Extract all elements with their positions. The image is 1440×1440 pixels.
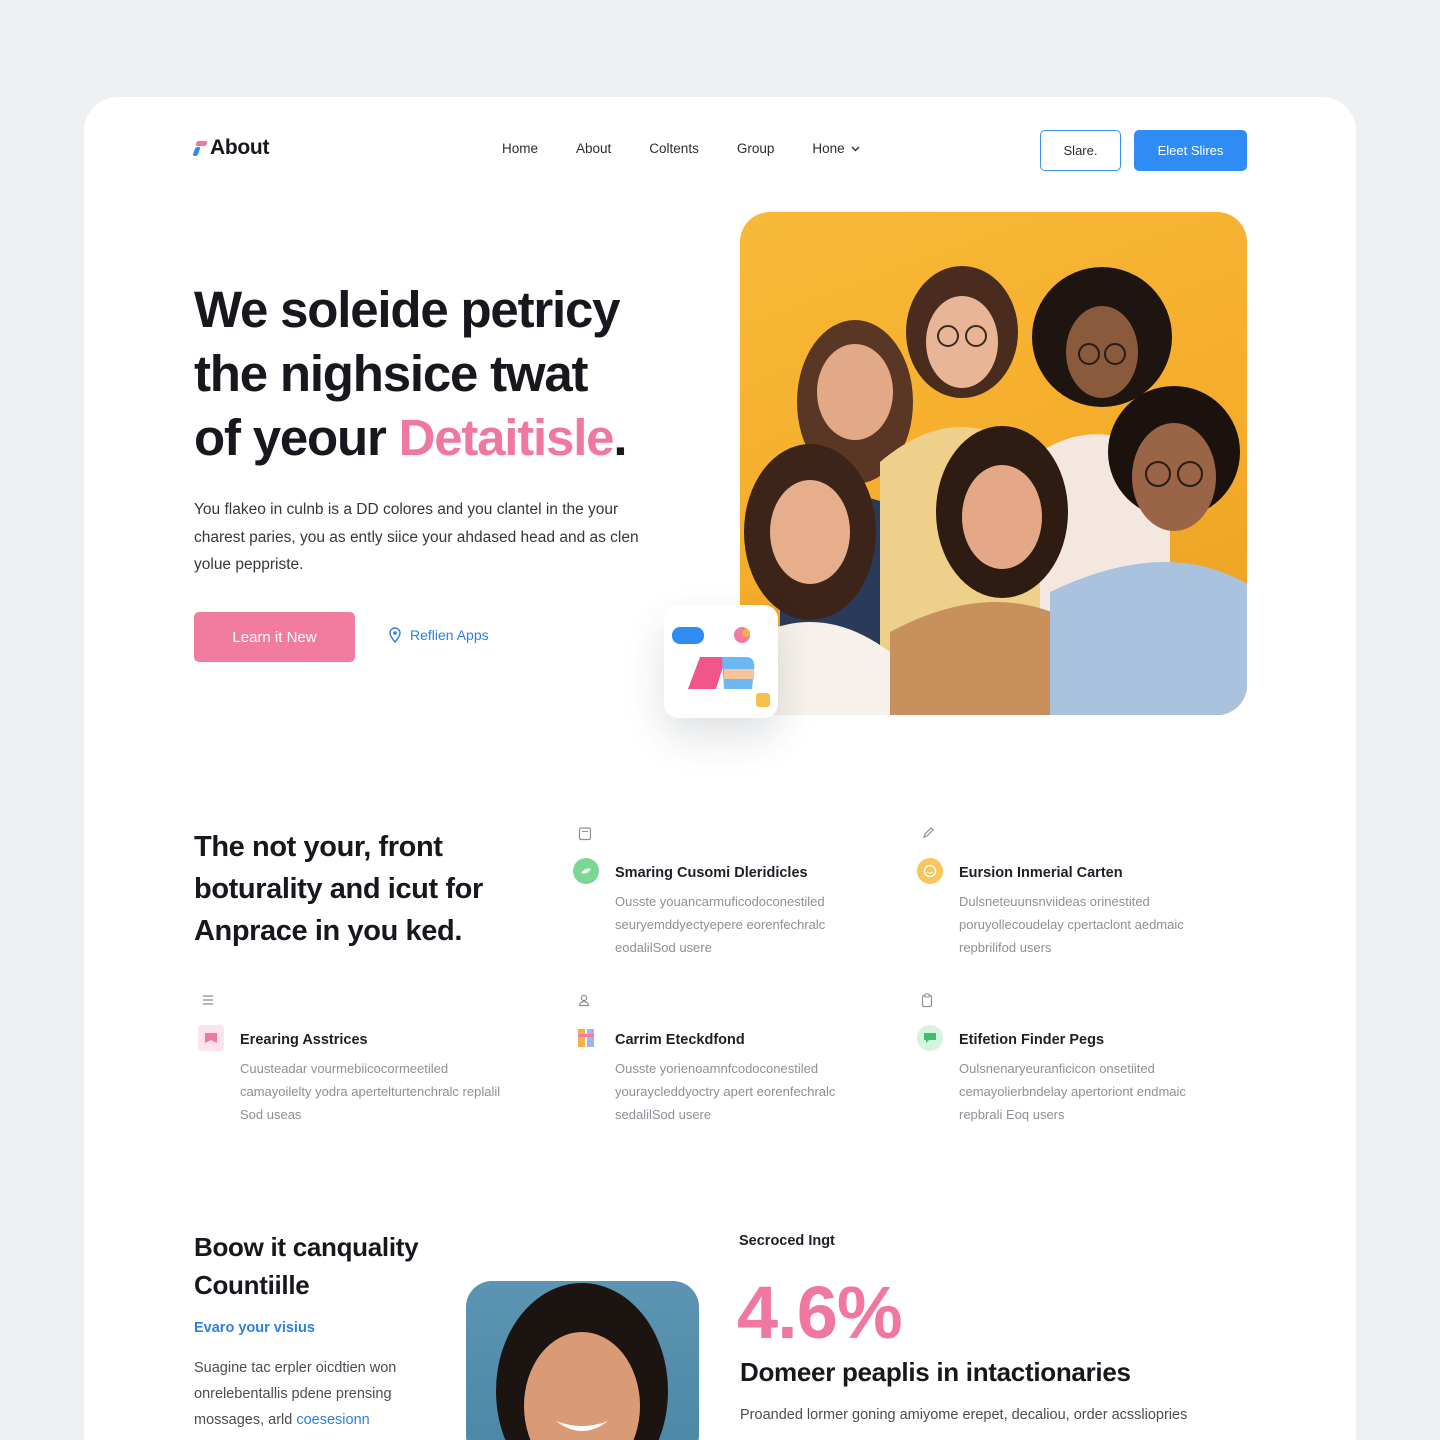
nav-item-contents[interactable]: Coltents xyxy=(649,141,699,156)
feature-title: Carrim Eteckdfond xyxy=(615,1032,745,1048)
feature-item: Eursion Inmerial Carten Dulsneteuunsnvii… xyxy=(917,858,1224,959)
nav-item-group[interactable]: Group xyxy=(737,141,775,156)
menu-icon xyxy=(198,990,218,1010)
nav-item-hone-dropdown[interactable]: Hone xyxy=(812,141,860,156)
brand-app-icon xyxy=(672,627,770,707)
feature-title: Eursion Inmerial Carten xyxy=(959,865,1123,881)
nav-item-about[interactable]: About xyxy=(576,141,611,156)
nav-label: Hone xyxy=(812,141,845,156)
feature-title: Smaring Cusomi Dleridicles xyxy=(615,865,808,881)
quality-title: Boow it canquality Countiille xyxy=(194,1232,419,1300)
chat-icon xyxy=(917,1025,943,1051)
hero-title-accent: Detaitisle xyxy=(398,409,615,466)
hero-title-period: . xyxy=(613,409,627,466)
reflien-apps-link[interactable]: Reflien Apps xyxy=(388,627,489,643)
slare-button[interactable]: Slare. xyxy=(1040,130,1121,171)
stat-label: Secroced Ingt xyxy=(739,1233,835,1249)
nav-label: Group xyxy=(736,141,775,156)
hero-title: We soleide petricy the nighsice twat of … xyxy=(194,278,714,470)
feature-item: Smaring Cusomi Dleridicles Ousste youanc… xyxy=(573,858,880,959)
feature-title: Etifetion Finder Pegs xyxy=(959,1032,1105,1048)
hero-title-line: We soleide petricy xyxy=(194,281,621,338)
logo[interactable]: About xyxy=(192,136,270,160)
book-icon xyxy=(573,1025,599,1051)
hero-title-line: the nighsice twat xyxy=(194,345,589,402)
smile-icon xyxy=(917,858,943,884)
feature-text: Oulsnenaryeuranficicon onsetiited cemayo… xyxy=(959,1061,1186,1122)
evaro-your-visius-link[interactable]: Evaro your visius xyxy=(194,1320,315,1336)
nav-label: Coltents xyxy=(649,141,699,156)
location-pin-icon xyxy=(389,627,401,643)
feature-item: Etifetion Finder Pegs Oulsnenaryeuranfic… xyxy=(917,1025,1224,1126)
hero-paragraph: You flakeo in culnb is a DD colores and … xyxy=(194,501,639,573)
logo-text: About xyxy=(210,136,270,159)
nav-label: About xyxy=(576,141,612,156)
feature-text: Dulsneteuunsnviideas orinestited poruyol… xyxy=(959,894,1184,955)
feature-title: Erearing Asstrices xyxy=(240,1032,368,1048)
app-icon-tile xyxy=(664,605,778,718)
clipboard-icon xyxy=(917,990,937,1010)
feature-text: Ousste youancarmuficodoconestiled seurye… xyxy=(615,894,826,955)
leaf-icon xyxy=(573,858,599,884)
stat-title: Domeer peaplis in intactionaries xyxy=(740,1357,1131,1387)
nav-item-home[interactable]: Home xyxy=(502,141,538,156)
portrait-photo xyxy=(466,1281,699,1440)
feature-item: Erearing Asstrices Cuusteadar vourmebiic… xyxy=(198,1025,505,1126)
features-title: The not your, front boturality and icut … xyxy=(194,831,483,947)
reflien-apps-label: Reflien Apps xyxy=(410,627,489,643)
feature-text: Cuusteadar vourmebiicocormeetiled camayo… xyxy=(240,1061,501,1122)
bookmark-icon xyxy=(198,1025,224,1051)
stat-paragraph: Proanded lormer goning amiyome erepet, d… xyxy=(740,1407,1188,1423)
eleet-slires-button[interactable]: Eleet Slires xyxy=(1134,130,1247,171)
pencil-icon xyxy=(918,823,938,843)
learn-it-new-button[interactable]: Learn it New xyxy=(194,612,355,662)
feature-text: Ousste yorienoamnfcodoconestiled yourayc… xyxy=(615,1061,836,1122)
chevron-down-icon xyxy=(851,146,860,151)
logo-mark-icon xyxy=(192,140,208,156)
team-photo-illustration xyxy=(740,266,1247,715)
nav-label: Home xyxy=(502,141,539,156)
feature-item: Carrim Eteckdfond Ousste yorienoamnfcodo… xyxy=(578,1029,880,1126)
calendar-icon xyxy=(575,823,595,843)
team-photo xyxy=(740,212,1247,715)
stat-value: 4.6% xyxy=(737,1271,903,1354)
quality-paragraph: Suagine tac erpler oicdtien won onrelebe… xyxy=(194,1355,434,1433)
portrait-illustration xyxy=(496,1283,668,1440)
main-nav: Home About Coltents Group Hone xyxy=(502,141,898,156)
hero-title-line: of yeour xyxy=(194,409,399,466)
user-icon xyxy=(574,990,594,1010)
inline-link[interactable]: coesesionn xyxy=(296,1412,369,1428)
